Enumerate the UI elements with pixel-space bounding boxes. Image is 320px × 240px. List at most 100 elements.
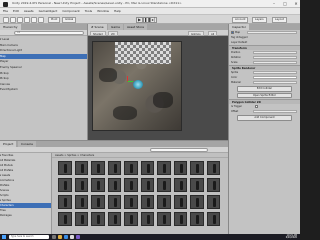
move-tool-icon[interactable] — [10, 16, 16, 23]
add-component-button[interactable]: Add Component — [237, 115, 292, 121]
asset-thumbnail[interactable] — [173, 161, 187, 175]
hierarchy-search-input[interactable]: All — [14, 31, 84, 35]
asset-thumbnail[interactable] — [157, 178, 171, 192]
asset-thumbnail[interactable] — [91, 212, 105, 226]
asset-thumbnail[interactable] — [58, 161, 72, 175]
menu-gameobject[interactable]: GameObject — [39, 8, 58, 14]
level-map-sprite[interactable] — [92, 41, 182, 131]
asset-thumbnail[interactable] — [74, 178, 88, 192]
unity-taskbar-icon[interactable] — [70, 235, 74, 239]
scene-search-input[interactable]: All — [208, 30, 218, 36]
hierarchy-item[interactable]: EventSystem — [0, 87, 87, 93]
asset-thumbnail[interactable] — [140, 212, 154, 226]
asset-thumbnail[interactable] — [140, 178, 154, 192]
scale-field[interactable] — [253, 61, 297, 65]
pause-icon[interactable]: ❚❚ — [143, 16, 151, 23]
asset-thumbnail[interactable] — [107, 212, 121, 226]
taskbar-search-input[interactable]: Type here to search — [9, 235, 49, 239]
color-field[interactable] — [253, 76, 297, 80]
close-button[interactable]: ✕ — [293, 1, 299, 6]
hand-tool-icon[interactable] — [3, 16, 9, 23]
2d-toggle[interactable]: 2D — [108, 30, 118, 36]
account-dropdown[interactable]: Account — [232, 16, 249, 23]
asset-thumbnail[interactable] — [206, 161, 220, 175]
asset-thumbnail[interactable] — [91, 161, 105, 175]
asset-thumbnail[interactable] — [157, 161, 171, 175]
global-toggle[interactable]: Global — [62, 16, 77, 23]
maximize-button[interactable]: □ — [282, 1, 288, 6]
asset-thumbnail[interactable] — [206, 212, 220, 226]
sprite-field[interactable] — [253, 71, 297, 75]
asset-thumbnail[interactable] — [91, 195, 105, 209]
asset-thumbnail[interactable] — [173, 178, 187, 192]
menu-file[interactable]: File — [3, 8, 8, 14]
rect-tool-icon[interactable] — [31, 16, 37, 23]
is-trigger-checkbox[interactable] — [255, 105, 258, 108]
play-icon[interactable]: ▶ — [136, 16, 143, 23]
task-view-icon[interactable] — [52, 235, 56, 239]
file-explorer-icon[interactable] — [58, 235, 62, 239]
shading-mode-dropdown[interactable]: Shaded — [90, 30, 106, 36]
asset-thumbnail[interactable] — [190, 161, 204, 175]
object-name-field[interactable] — [247, 31, 297, 35]
windows-start-icon[interactable] — [2, 235, 6, 239]
transform-tool-icon[interactable] — [38, 16, 44, 23]
asset-thumbnail[interactable] — [140, 195, 154, 209]
rotation-field[interactable] — [253, 56, 297, 60]
asset-thumbnail[interactable] — [157, 195, 171, 209]
step-icon[interactable]: ▸| — [150, 16, 157, 23]
asset-thumbnail[interactable] — [74, 161, 88, 175]
asset-thumbnail[interactable] — [190, 212, 204, 226]
asset-thumbnail[interactable] — [157, 212, 171, 226]
menu-window[interactable]: Window — [97, 8, 109, 14]
material-field[interactable] — [253, 81, 297, 85]
character-sprite-icon — [97, 198, 100, 207]
asset-thumbnail[interactable] — [74, 195, 88, 209]
asset-thumbnail[interactable] — [107, 195, 121, 209]
active-checkbox[interactable] — [231, 31, 234, 34]
menu-assets[interactable]: Assets — [24, 8, 34, 14]
player-sprite[interactable] — [133, 80, 143, 89]
browser-icon[interactable] — [64, 235, 68, 239]
rotate-tool-icon[interactable] — [17, 16, 23, 23]
asset-thumbnail[interactable] — [91, 178, 105, 192]
asset-thumbnail[interactable] — [173, 212, 187, 226]
menu-tools[interactable]: Tools — [85, 8, 92, 14]
layout-dropdown[interactable]: Layout — [272, 16, 287, 23]
asset-thumbnail[interactable] — [124, 178, 138, 192]
asset-thumbnail[interactable] — [190, 178, 204, 192]
asset-thumbnail[interactable] — [124, 161, 138, 175]
asset-thumbnail[interactable] — [140, 161, 154, 175]
asset-thumbnail[interactable] — [58, 178, 72, 192]
minimize-button[interactable]: – — [271, 1, 277, 6]
asset-thumbnail[interactable] — [74, 212, 88, 226]
scale-tool-icon[interactable] — [24, 16, 30, 23]
pivot-toggle[interactable]: Pivot — [48, 16, 61, 23]
scene-viewport[interactable] — [88, 36, 228, 140]
layer-row: Layer Default — [229, 40, 300, 45]
asset-thumbnail[interactable] — [206, 178, 220, 192]
gizmos-dropdown[interactable]: Gizmos — [188, 30, 204, 36]
taskbar-clock[interactable]: 10:21 AM 6/20/2020 — [286, 234, 297, 240]
folder-item[interactable]: Packages — [0, 213, 51, 218]
asset-thumbnail[interactable] — [107, 161, 121, 175]
asset-thumbnail[interactable] — [173, 195, 187, 209]
position-field[interactable] — [253, 51, 297, 55]
transform-gizmo[interactable] — [127, 76, 133, 82]
asset-thumbnail[interactable] — [124, 212, 138, 226]
code-editor-icon[interactable] — [76, 235, 80, 239]
menu-edit[interactable]: Edit — [13, 8, 19, 14]
asset-thumbnail[interactable] — [58, 195, 72, 209]
open-sprite-editor-button[interactable]: Open Sprite Editor — [237, 92, 292, 98]
asset-thumbnail[interactable] — [190, 195, 204, 209]
asset-thumbnail[interactable] — [124, 195, 138, 209]
asset-thumbnail[interactable] — [107, 178, 121, 192]
layers-dropdown[interactable]: Layers — [252, 16, 267, 23]
asset-thumbnail[interactable] — [206, 195, 220, 209]
asset-thumbnail[interactable] — [58, 212, 72, 226]
project-search-input[interactable] — [150, 148, 208, 152]
menu-component[interactable]: Component — [62, 8, 79, 14]
menu-help[interactable]: Help — [114, 8, 121, 14]
edit-collider-button[interactable]: Edit Collider — [237, 86, 292, 92]
offset-field[interactable] — [253, 110, 297, 114]
